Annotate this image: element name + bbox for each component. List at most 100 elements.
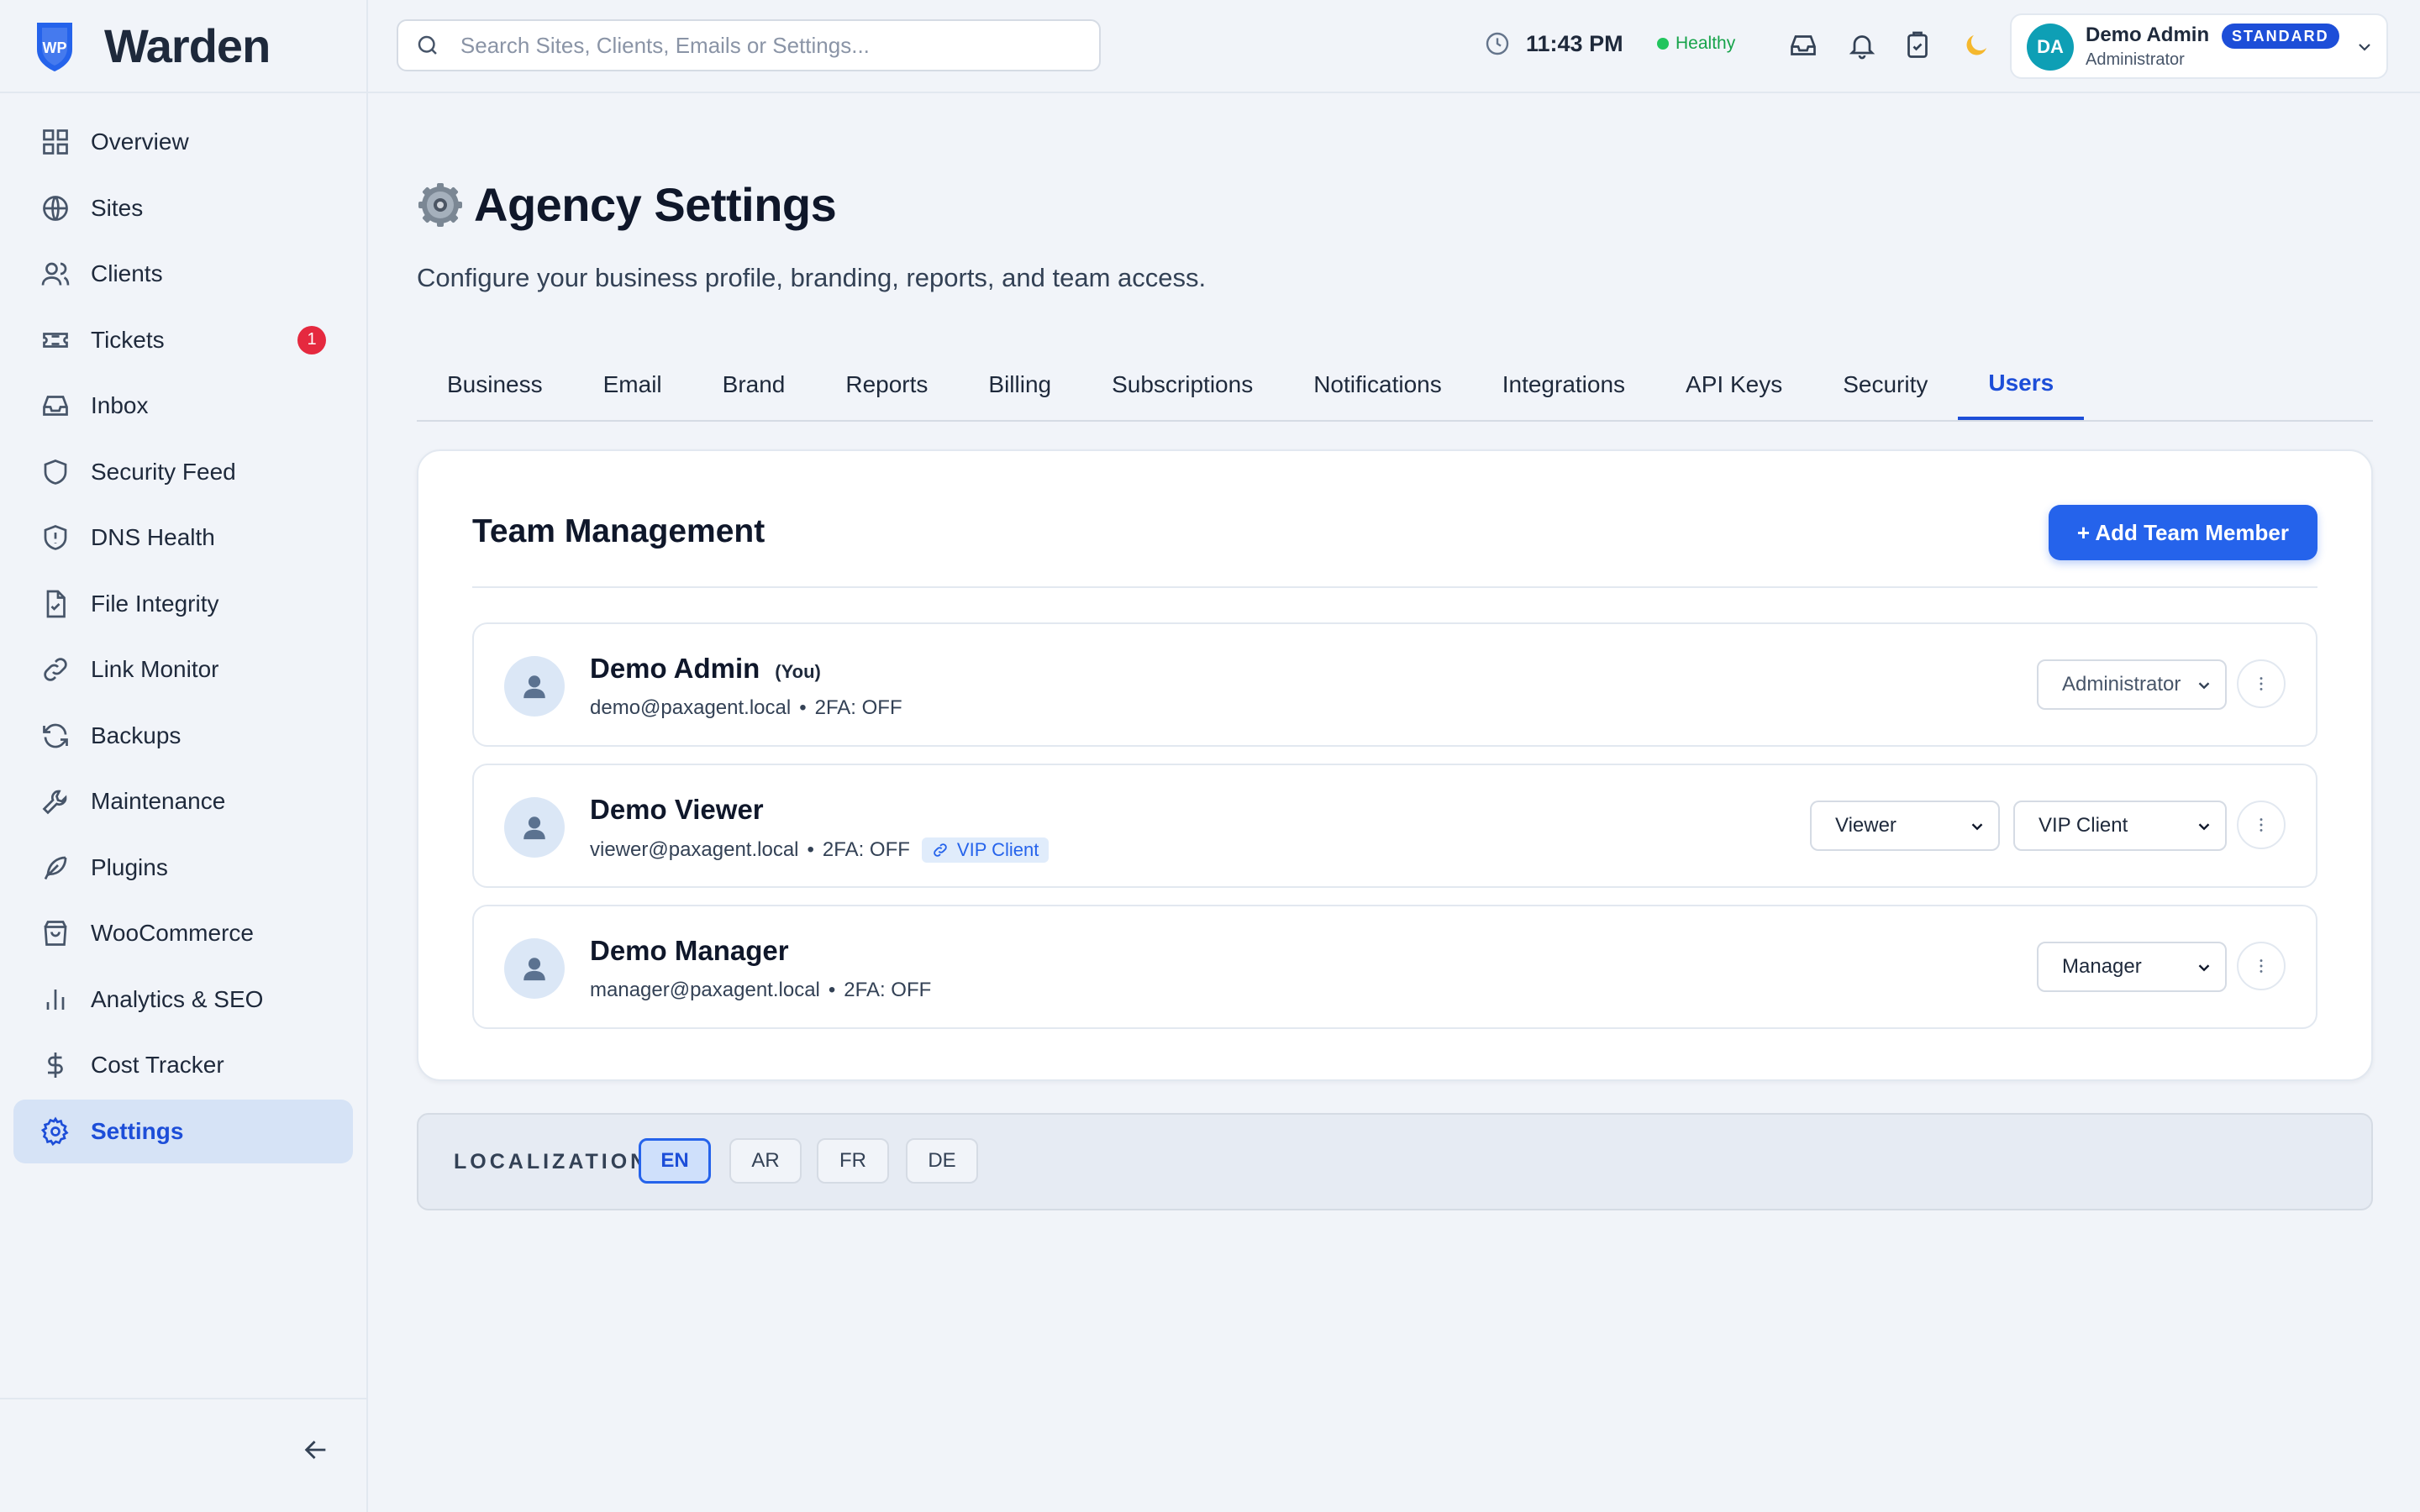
sidebar-item-label: Maintenance bbox=[91, 788, 226, 814]
sidebar-item-label: Security Feed bbox=[91, 458, 236, 485]
tab-subscriptions[interactable]: Subscriptions bbox=[1081, 349, 1283, 420]
member-meta: demo@paxagent.local • 2FA: OFF bbox=[590, 696, 902, 720]
sidebar-item-label: Backups bbox=[91, 722, 182, 748]
sidebar-item-label: WooCommerce bbox=[91, 920, 254, 946]
tab-billing[interactable]: Billing bbox=[958, 349, 1081, 420]
language-button-fr[interactable]: FR bbox=[817, 1138, 889, 1184]
sidebar-nav: Overview Sites Clients Tickets 1 Inbox S… bbox=[0, 93, 366, 1163]
sidebar-item-tickets[interactable]: Tickets 1 bbox=[13, 308, 353, 372]
card-title: Team Management bbox=[472, 513, 765, 549]
grid-icon bbox=[40, 127, 71, 157]
link-icon bbox=[40, 654, 71, 685]
member-2fa-status: 2FA: OFF bbox=[814, 696, 902, 719]
team-member-row: Demo Viewer viewer@paxagent.local • 2FA:… bbox=[472, 764, 2317, 888]
sidebar-item-maintenance[interactable]: Maintenance bbox=[13, 769, 353, 833]
tab-reports[interactable]: Reports bbox=[815, 349, 958, 420]
collapse-sidebar-button[interactable] bbox=[297, 1431, 334, 1468]
member-meta: manager@paxagent.local • 2FA: OFF bbox=[590, 979, 931, 1002]
theme-toggle-button[interactable] bbox=[1960, 29, 1993, 62]
search-icon bbox=[418, 35, 437, 55]
brand: WP Warden bbox=[0, 0, 366, 93]
member-actions-button[interactable] bbox=[2237, 942, 2286, 990]
logo-shield-icon: WP bbox=[37, 22, 72, 71]
add-team-member-button[interactable]: + Add Team Member bbox=[2048, 505, 2317, 560]
user-role: Administrator bbox=[2086, 50, 2185, 69]
tab-security[interactable]: Security bbox=[1812, 349, 1958, 420]
user-icon bbox=[523, 675, 545, 699]
clock-time: 11:43 PM bbox=[1526, 30, 1623, 56]
team-member-row: Demo Admin (You) demo@paxagent.local • 2… bbox=[472, 622, 2317, 747]
page-subtitle: Configure your business profile, brandin… bbox=[417, 263, 1207, 292]
role-select[interactable]: Viewer bbox=[1810, 801, 2000, 851]
topbar: 11:43 PM Healthy DA Demo Admin STANDARD … bbox=[368, 0, 2420, 93]
sidebar-item-inbox[interactable]: Inbox bbox=[13, 374, 353, 438]
member-avatar bbox=[504, 938, 565, 999]
tab-brand[interactable]: Brand bbox=[692, 349, 816, 420]
sidebar-item-label: Plugins bbox=[91, 853, 168, 880]
language-button-de[interactable]: DE bbox=[906, 1138, 978, 1184]
tab-email[interactable]: Email bbox=[573, 349, 692, 420]
member-email: viewer@paxagent.local bbox=[590, 838, 799, 861]
role-select[interactable]: Manager bbox=[2037, 942, 2227, 992]
sidebar-item-file-integrity[interactable]: File Integrity bbox=[13, 572, 353, 636]
sidebar-item-cost-tracker[interactable]: Cost Tracker bbox=[13, 1033, 353, 1097]
sidebar-item-dns-health[interactable]: DNS Health bbox=[13, 506, 353, 570]
health-status: Healthy bbox=[1657, 34, 1735, 54]
tab-notifications[interactable]: Notifications bbox=[1283, 349, 1472, 420]
search-input[interactable] bbox=[458, 31, 1099, 60]
sidebar-item-backups[interactable]: Backups bbox=[13, 704, 353, 768]
refresh-icon bbox=[40, 721, 71, 751]
tasks-button[interactable] bbox=[1901, 29, 1934, 62]
sidebar-item-link-monitor[interactable]: Link Monitor bbox=[13, 638, 353, 701]
users-icon bbox=[40, 259, 71, 289]
search-box[interactable] bbox=[397, 19, 1101, 71]
tab-integrations[interactable]: Integrations bbox=[1472, 349, 1655, 420]
member-name: Demo Manager bbox=[590, 935, 789, 966]
sidebar-item-clients[interactable]: Clients bbox=[13, 242, 353, 306]
globe-icon bbox=[40, 193, 71, 223]
link-icon bbox=[934, 843, 947, 857]
sidebar-item-label: Cost Tracker bbox=[91, 1052, 224, 1078]
localization-label: LOCALIZATION bbox=[454, 1150, 650, 1173]
sidebar-item-overview[interactable]: Overview bbox=[13, 110, 353, 174]
divider bbox=[472, 586, 2317, 588]
bar-chart-icon bbox=[40, 984, 71, 1015]
svg-text:WP: WP bbox=[43, 39, 67, 56]
sidebar-item-label: Inbox bbox=[91, 392, 149, 418]
sidebar-item-sites[interactable]: Sites bbox=[13, 176, 353, 240]
role-select[interactable]: Administrator bbox=[2037, 659, 2227, 710]
inbox-button[interactable] bbox=[1786, 29, 1820, 62]
tab-users[interactable]: Users bbox=[1958, 349, 2085, 420]
sidebar-item-security-feed[interactable]: Security Feed bbox=[13, 440, 353, 504]
settings-tabs: Business Email Brand Reports Billing Sub… bbox=[417, 349, 2373, 422]
role-select-value: Viewer bbox=[1835, 814, 1897, 837]
language-button-en[interactable]: EN bbox=[639, 1138, 711, 1184]
member-actions-button[interactable] bbox=[2237, 659, 2286, 708]
tab-api-keys[interactable]: API Keys bbox=[1655, 349, 1812, 420]
sidebar-item-settings[interactable]: Settings bbox=[13, 1099, 353, 1163]
shield-icon bbox=[40, 457, 71, 487]
sidebar-item-label: Settings bbox=[91, 1117, 184, 1144]
member-email: manager@paxagent.local bbox=[590, 979, 820, 1001]
client-select[interactable]: VIP Client bbox=[2013, 801, 2227, 851]
plan-badge: STANDARD bbox=[2222, 24, 2339, 49]
chevron-down-icon bbox=[2359, 44, 2370, 51]
sidebar-item-analytics-seo[interactable]: Analytics & SEO bbox=[13, 968, 353, 1032]
status-dot bbox=[1657, 38, 1669, 50]
user-menu[interactable]: DA Demo Admin STANDARD Administrator bbox=[2010, 13, 2388, 79]
client-tag: VIP Client bbox=[921, 837, 1050, 863]
member-avatar bbox=[504, 797, 565, 858]
language-button-ar[interactable]: AR bbox=[729, 1138, 802, 1184]
clock: 11:43 PM bbox=[1484, 30, 1623, 57]
chevron-down-icon bbox=[2198, 682, 2210, 690]
you-label: (You) bbox=[775, 661, 821, 682]
sidebar-item-woocommerce[interactable]: WooCommerce bbox=[13, 901, 353, 965]
sidebar-item-plugins[interactable]: Plugins bbox=[13, 836, 353, 900]
sidebar-item-label: Analytics & SEO bbox=[91, 985, 264, 1012]
notifications-button[interactable] bbox=[1845, 29, 1879, 62]
member-2fa-status: 2FA: OFF bbox=[844, 979, 932, 1001]
member-actions-button[interactable] bbox=[2237, 801, 2286, 849]
tab-business[interactable]: Business bbox=[417, 349, 573, 420]
avatar: DA bbox=[2027, 24, 2074, 71]
health-label: Healthy bbox=[1676, 34, 1736, 53]
